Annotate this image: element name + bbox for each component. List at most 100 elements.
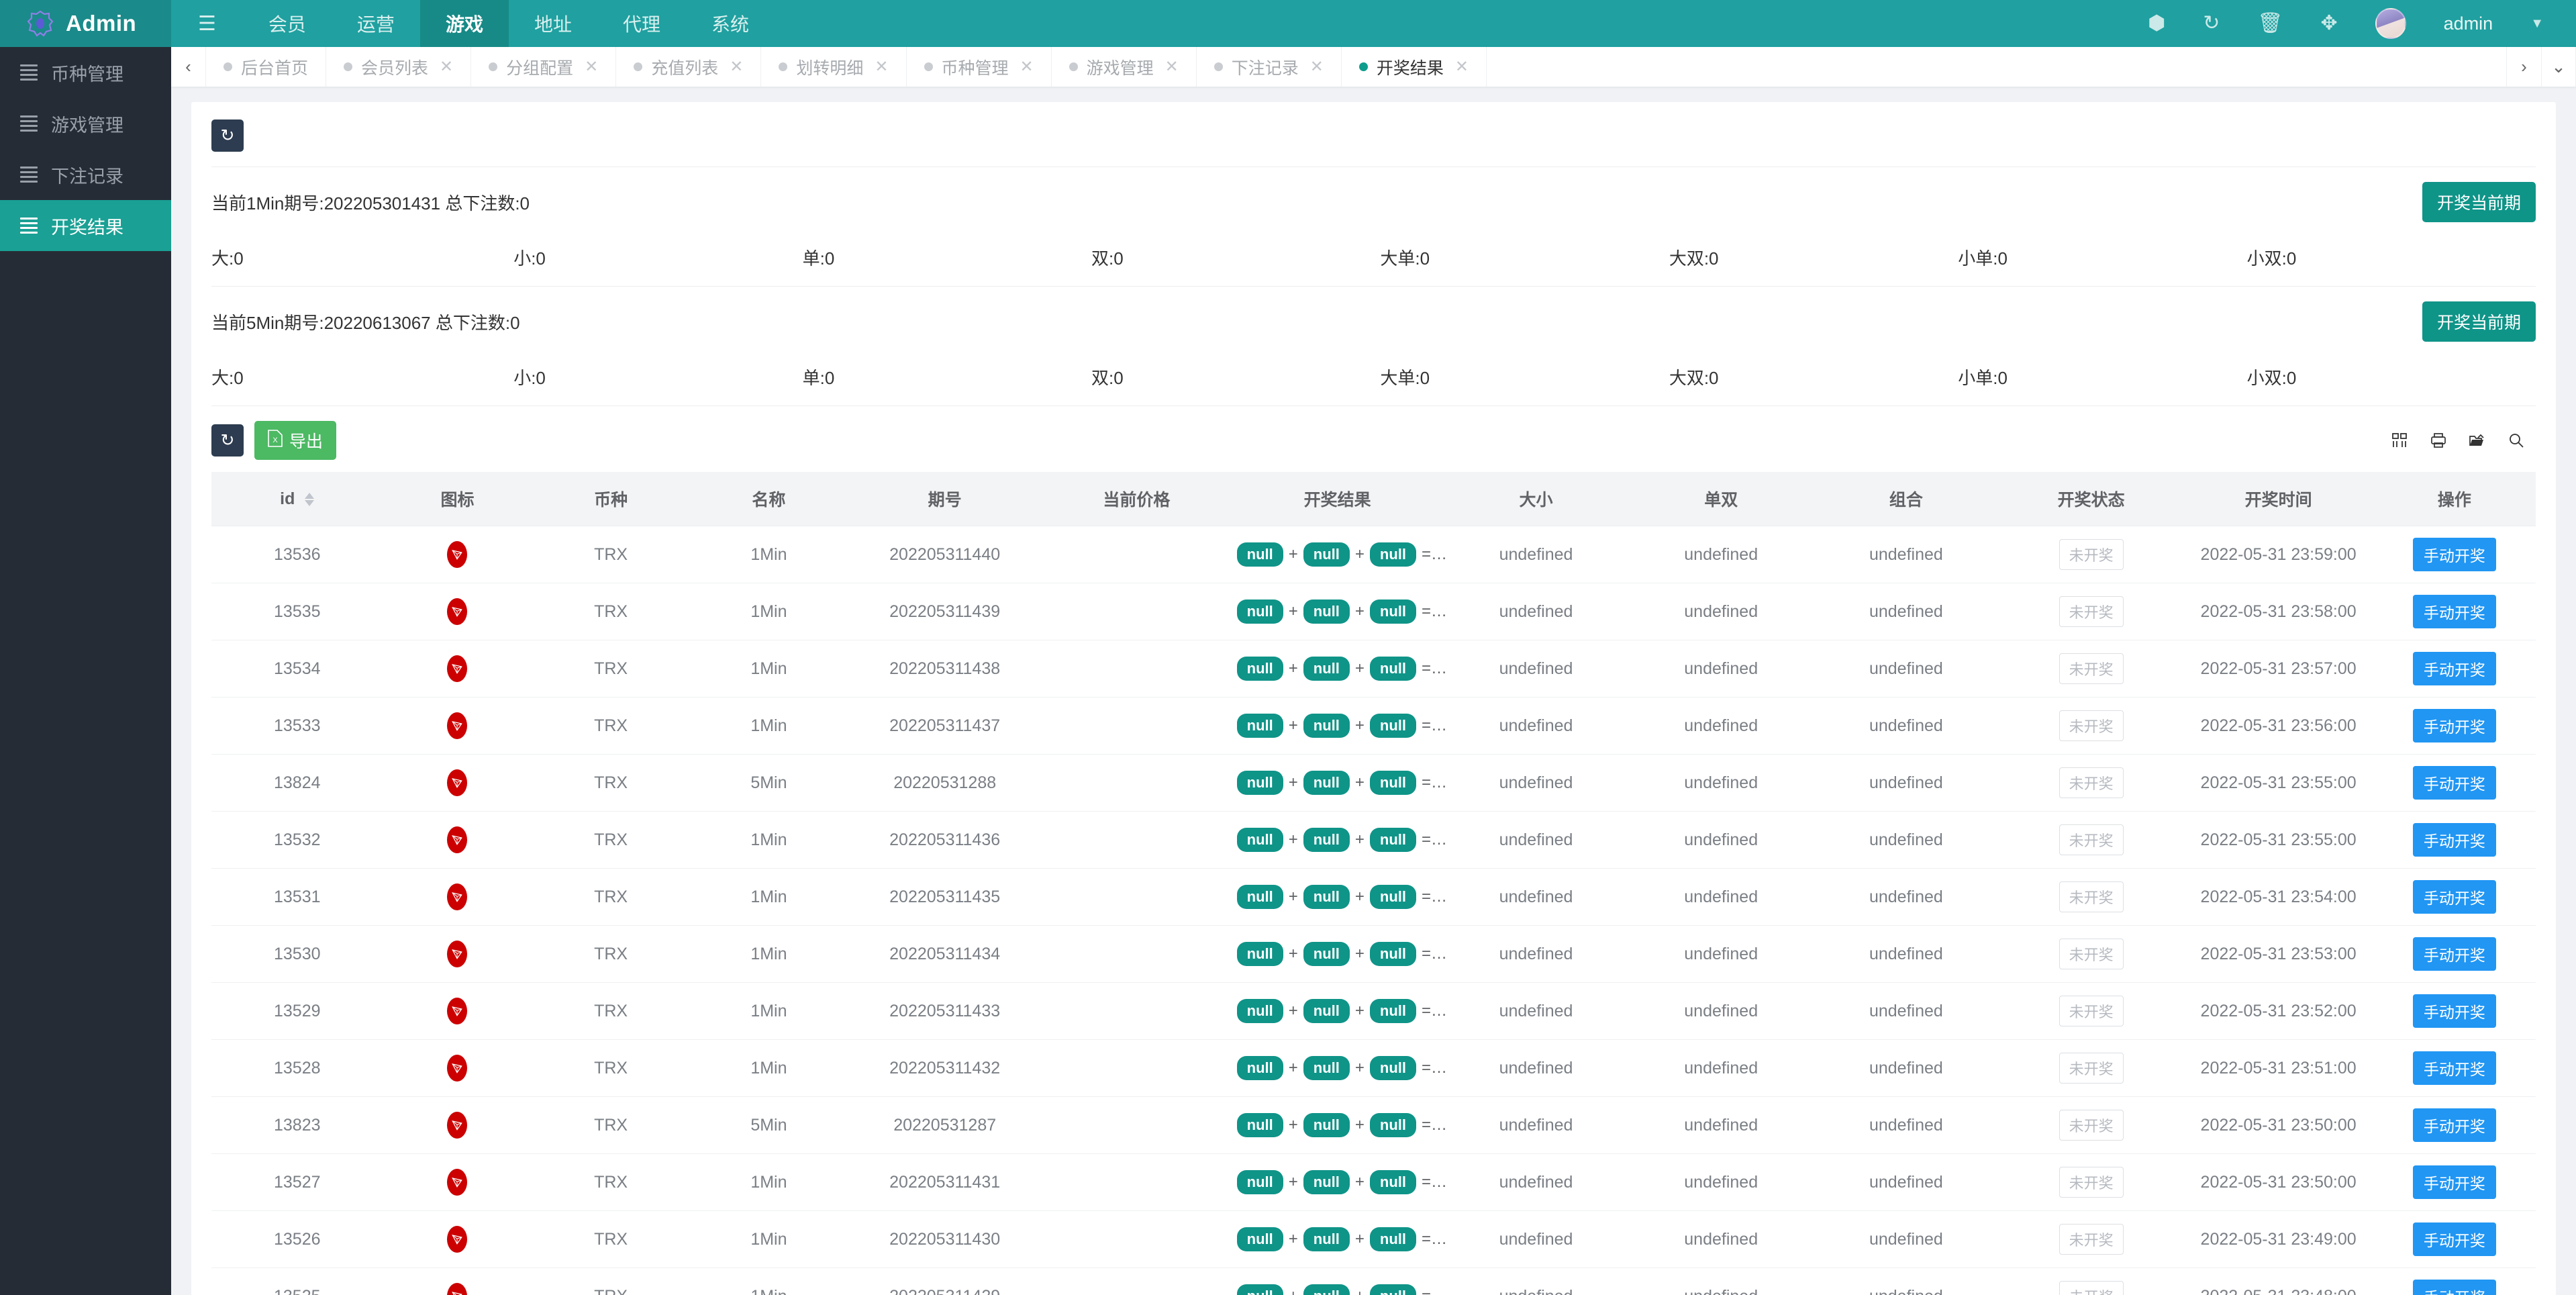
avatar[interactable] — [2375, 8, 2406, 39]
manual-draw-button[interactable]: 手动开奖 — [2412, 823, 2496, 857]
cell-actions: 手动开奖 — [2373, 1210, 2536, 1268]
cell-name: 1Min — [689, 526, 848, 583]
manual-draw-button[interactable]: 手动开奖 — [2412, 766, 2496, 800]
chevron-down-icon[interactable]: ▼ — [2530, 17, 2544, 30]
table-row[interactable]: 13531 TRX 1Min 202205311435 null + null + nu… — [211, 868, 2536, 926]
result-badge: null — [1236, 1170, 1283, 1194]
cell-icon — [383, 868, 532, 926]
table-refresh-button[interactable]: ↻ — [211, 424, 244, 457]
tab-dot-icon — [634, 62, 643, 71]
print-icon[interactable] — [2419, 424, 2458, 457]
table-row[interactable]: 13532 TRX 1Min 202205311436 null + null + nu… — [211, 811, 2536, 869]
nav-item-games[interactable]: 游戏 — [419, 0, 509, 47]
close-icon[interactable]: ✕ — [440, 57, 453, 77]
close-icon[interactable]: ✕ — [1310, 57, 1324, 77]
nav-item-members[interactable]: 会员 — [243, 0, 332, 47]
cell-draw-status: 未开奖 — [1998, 526, 2184, 583]
manual-draw-button[interactable]: 手动开奖 — [2412, 994, 2496, 1028]
table-row[interactable]: 13534 TRX 1Min 202205311438 null + null + nu… — [211, 640, 2536, 698]
tab-recharge-list[interactable]: 充值列表 ✕ — [616, 47, 762, 87]
close-icon[interactable]: ✕ — [875, 57, 888, 77]
draw-current-period-button-1min[interactable]: 开奖当前期 — [2422, 182, 2536, 222]
tab-home[interactable]: 后台首页 — [206, 47, 327, 87]
cell-big-small: undefined — [1443, 1153, 1629, 1211]
table-row[interactable]: 13529 TRX 1Min 202205311433 null + null + nu… — [211, 982, 2536, 1040]
hamburger-icon[interactable]: ☰ — [171, 0, 243, 47]
result-badge: null — [1369, 1113, 1416, 1137]
cell-combination: undefined — [1814, 1267, 1999, 1295]
close-icon[interactable]: ✕ — [1455, 57, 1469, 77]
tab-label: 分组配置 — [506, 58, 574, 78]
nav-item-address[interactable]: 地址 — [509, 0, 597, 47]
tab-dot-icon — [1069, 62, 1078, 71]
brand[interactable]: Admin — [0, 0, 171, 47]
sidebar-item-game-management[interactable]: 游戏管理 — [0, 98, 171, 149]
table-row[interactable]: 13530 TRX 1Min 202205311434 null + null + nu… — [211, 925, 2536, 983]
export-file-icon[interactable] — [2458, 424, 2497, 457]
draw-current-period-button-5min[interactable]: 开奖当前期 — [2422, 301, 2536, 342]
plus-sign: + — [1354, 545, 1365, 564]
tab-dropdown-icon[interactable]: ⌄ — [2541, 47, 2576, 87]
close-icon[interactable]: ✕ — [730, 57, 743, 77]
refresh-icon[interactable]: ↻ — [2203, 13, 2220, 34]
manual-draw-button[interactable]: 手动开奖 — [2412, 709, 2496, 742]
table-row[interactable]: 13528 TRX 1Min 202205311432 null + null + nu… — [211, 1039, 2536, 1097]
table-row[interactable]: 13823 TRX 5Min 20220531287 null + null + nul… — [211, 1096, 2536, 1154]
manual-draw-button[interactable]: 手动开奖 — [2412, 880, 2496, 914]
trash-icon[interactable]: 🗑 — [2257, 13, 2283, 34]
close-icon[interactable]: ✕ — [1165, 57, 1179, 77]
col-actions: 操作 — [2373, 472, 2536, 526]
manual-draw-button[interactable]: 手动开奖 — [2412, 937, 2496, 971]
nav-item-system[interactable]: 系统 — [686, 0, 775, 47]
close-icon[interactable]: ✕ — [585, 57, 598, 77]
manual-draw-button[interactable]: 手动开奖 — [2412, 1222, 2496, 1256]
fullscreen-icon[interactable]: ✥ — [2321, 13, 2338, 34]
result-badge: null — [1303, 1284, 1350, 1295]
tab-scroll-left-icon[interactable]: ‹ — [171, 47, 206, 87]
table-row[interactable]: 13535 TRX 1Min 202205311439 null + null + nu… — [211, 583, 2536, 640]
table-row[interactable]: 13526 TRX 1Min 202205311430 null + null + nu… — [211, 1210, 2536, 1268]
manual-draw-button[interactable]: 手动开奖 — [2412, 1165, 2496, 1199]
table-row[interactable]: 13525 TRX 1Min 202205311429 null+null+nu… — [211, 1267, 2536, 1295]
columns-icon[interactable] — [2380, 424, 2419, 457]
cell-draw-result: null+null+null=… — [1231, 1039, 1447, 1097]
cell-draw-status: 未开奖 — [1998, 811, 2184, 869]
col-big-small: 大小 — [1443, 472, 1629, 526]
sidebar-item-draw-results[interactable]: 开奖结果 — [0, 200, 171, 251]
tab-bet-records[interactable]: 下注记录 ✕ — [1197, 47, 1342, 87]
manual-draw-button[interactable]: 手动开奖 — [2412, 1051, 2496, 1085]
cell-draw-time: 2022-05-31 23:59:00 — [2183, 526, 2373, 583]
nav-item-agent[interactable]: 代理 — [597, 0, 686, 47]
tab-draw-results[interactable]: 开奖结果 ✕ — [1342, 47, 1487, 87]
theme-icon[interactable]: ⬢ — [2148, 13, 2165, 34]
manual-draw-button[interactable]: 手动开奖 — [2412, 538, 2496, 571]
sort-icon[interactable] — [305, 492, 315, 506]
search-icon[interactable] — [2497, 424, 2536, 457]
sidebar-item-coin-management[interactable]: 币种管理 — [0, 47, 171, 98]
tab-group-config[interactable]: 分组配置 ✕ — [471, 47, 617, 87]
user-name[interactable]: admin — [2444, 13, 2493, 34]
tab-game-management[interactable]: 游戏管理 ✕ — [1052, 47, 1197, 87]
close-icon[interactable]: ✕ — [1020, 57, 1034, 77]
tab-member-list[interactable]: 会员列表 ✕ — [326, 47, 472, 87]
panel-refresh-button[interactable]: ↻ — [211, 119, 244, 152]
cell-odd-even: undefined — [1628, 811, 1814, 869]
table-row[interactable]: 13824 TRX 5Min 20220531288 null + null + nul… — [211, 754, 2536, 812]
table-row[interactable]: 13533 TRX 1Min 202205311437 null + null + nu… — [211, 697, 2536, 755]
tab-scroll-right-icon[interactable]: › — [2506, 47, 2541, 87]
tab-coin-management[interactable]: 币种管理 ✕ — [907, 47, 1052, 87]
manual-draw-button[interactable]: 手动开奖 — [2412, 1280, 2496, 1295]
manual-draw-button[interactable]: 手动开奖 — [2412, 1108, 2496, 1142]
table-row[interactable]: 13527 TRX 1Min 202205311431 null + null + nu… — [211, 1153, 2536, 1211]
tab-transfer-detail[interactable]: 划转明细 ✕ — [761, 47, 907, 87]
cell-name: 1Min — [689, 1210, 848, 1268]
nav-item-operations[interactable]: 运营 — [332, 0, 420, 47]
table-row[interactable]: 13536 TRX 1Min 202205311440 null + null + nu… — [211, 526, 2536, 583]
cell-icon — [383, 697, 532, 755]
col-id[interactable]: id — [211, 472, 383, 526]
export-button[interactable]: X 导出 — [254, 421, 337, 460]
sidebar-item-bet-records[interactable]: 下注记录 — [0, 149, 171, 200]
manual-draw-button[interactable]: 手动开奖 — [2412, 652, 2496, 685]
manual-draw-button[interactable]: 手动开奖 — [2412, 595, 2496, 628]
equals-sign: =… — [1422, 888, 1448, 906]
